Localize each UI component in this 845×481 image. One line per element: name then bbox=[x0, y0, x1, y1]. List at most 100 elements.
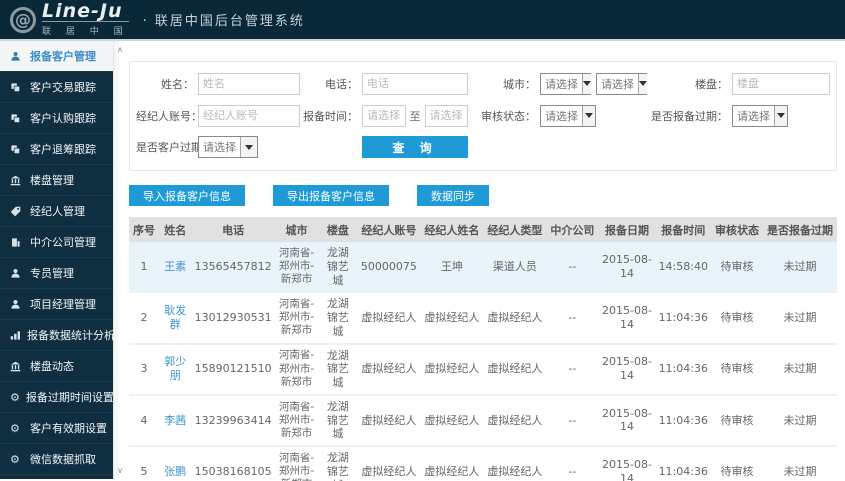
sidebar-item-project-manager-mgmt[interactable]: 项目经理管理 bbox=[0, 289, 113, 320]
chevron-down-icon bbox=[240, 137, 257, 157]
estate-label: 楼盘： bbox=[695, 77, 728, 91]
column-header: 报备时间 bbox=[655, 217, 711, 242]
city-label: 城市： bbox=[503, 77, 536, 91]
sidebar-item-label: 专员管理 bbox=[30, 267, 74, 280]
query-button[interactable]: 查 询 bbox=[362, 136, 468, 158]
cell-agent_type: 虚拟经纪人 bbox=[483, 292, 547, 345]
sidebar-item-agent-mgmt[interactable]: 经纪人管理 bbox=[0, 196, 113, 227]
cell-agent_name: 虚拟经纪人 bbox=[420, 446, 484, 481]
action-buttons: 导入报备客户信息 导出报备客户信息 数据同步 bbox=[129, 185, 837, 206]
report-expired-label: 是否报备过期： bbox=[651, 109, 728, 123]
sidebar-item-customer-valid-setting[interactable]: ⚙ 客户有效期设置 bbox=[0, 413, 113, 444]
sidebar-item-wechat-data-grab[interactable]: ⚙ 微信数据抓取 bbox=[0, 444, 113, 475]
tag-icon bbox=[10, 206, 24, 217]
column-header: 经纪人账号 bbox=[357, 217, 421, 242]
column-header: 经纪人类型 bbox=[483, 217, 547, 242]
cell-city: 河南省-郑州市-新郑市 bbox=[274, 292, 319, 345]
gear-icon: ⚙ bbox=[10, 390, 20, 404]
track-icon bbox=[10, 82, 24, 93]
sidebar-item-report-expire-setting[interactable]: ⚙ 报备过期时间设置 bbox=[0, 382, 114, 413]
cell-agent_account: 50000075 bbox=[357, 242, 421, 294]
cell-status: 待审核 bbox=[710, 242, 763, 294]
report-customer-table: 序号 姓名 电话 城市 楼盘 经纪人账号 经纪人姓名 经纪人类型 中介公司 报备日期 报备时间 审核状… bbox=[129, 217, 837, 481]
report-time-from-input[interactable] bbox=[362, 104, 406, 127]
cell-estate: 龙湖锦艺城 bbox=[318, 446, 358, 481]
table-body: 1 王素 13565457812 河南省-郑州市-新郑市 龙湖锦艺城 50000075 王坤… bbox=[129, 242, 837, 481]
table-row: 5张鹏15038168105河南省-郑州市-新郑市龙湖锦艺城虚拟经纪人虚拟经纪人… bbox=[129, 446, 837, 481]
column-header: 序号 bbox=[129, 217, 159, 242]
city-city-select[interactable]: 请选择 bbox=[596, 72, 647, 95]
data-sync-button[interactable]: 数据同步 bbox=[417, 185, 489, 206]
sidebar-item-customer-subscribe-track[interactable]: 客户认购跟踪 bbox=[0, 103, 113, 134]
sidebar-item-customer-refund-track[interactable]: 客户退筹跟踪 bbox=[0, 134, 113, 165]
cell-agency: -- bbox=[546, 394, 599, 448]
sidebar-item-label: 楼盘动态 bbox=[30, 360, 74, 373]
customer-expired-label: 是否客户过期： bbox=[136, 141, 213, 154]
report-expired-select[interactable]: 请选择 bbox=[732, 104, 788, 127]
cell-expired: 未过期 bbox=[762, 242, 837, 294]
cell-agent_name: 王坤 bbox=[420, 242, 484, 294]
cell-agent_name: 虚拟经纪人 bbox=[420, 292, 484, 345]
cell-name[interactable]: 耿发群 bbox=[159, 292, 192, 345]
sidebar-item-customer-trade-track[interactable]: 客户交易跟踪 bbox=[0, 72, 113, 103]
phone-input[interactable] bbox=[362, 73, 468, 95]
page-title: · 联居中国后台管理系统 bbox=[142, 14, 305, 29]
city-province-select[interactable]: 请选择 bbox=[540, 72, 591, 95]
agent-account-input[interactable] bbox=[198, 105, 300, 127]
column-header: 城市 bbox=[274, 217, 319, 242]
cell-city: 河南省-郑州市-新郑市 bbox=[274, 242, 319, 294]
user-icon bbox=[10, 299, 24, 310]
cell-agent_name: 虚拟经纪人 bbox=[420, 394, 484, 448]
cell-expired: 未过期 bbox=[762, 394, 837, 448]
scroll-up-icon[interactable]: ∧ bbox=[114, 45, 126, 54]
estate-input[interactable] bbox=[732, 73, 830, 95]
cell-agent_name: 虚拟经纪人 bbox=[420, 343, 484, 396]
sidebar-item-report-stats-analysis[interactable]: 报备数据统计分析 bbox=[0, 320, 115, 351]
cell-time: 11:04:36 bbox=[655, 394, 711, 448]
cell-index: 5 bbox=[129, 446, 159, 481]
filter-panel: 姓名： 电话： 城市： 请选择 请选择 bbox=[129, 61, 837, 171]
sidebar-item-estate-news[interactable]: 楼盘动态 bbox=[0, 351, 113, 382]
cell-agent_account: 虚拟经纪人 bbox=[357, 343, 421, 396]
cell-agent_account: 虚拟经纪人 bbox=[357, 446, 421, 481]
sidebar-item-label: 客户有效期设置 bbox=[30, 422, 107, 435]
sidebar-item-agency-mgmt[interactable]: 中介公司管理 bbox=[0, 227, 113, 258]
cell-estate: 龙湖锦艺城 bbox=[318, 292, 358, 345]
sidebar-item-label: 经纪人管理 bbox=[30, 205, 85, 218]
chevron-down-icon bbox=[774, 105, 787, 126]
cell-city: 河南省-郑州市-新郑市 bbox=[274, 394, 319, 448]
sidebar-item-specialist-mgmt[interactable]: 专员管理 bbox=[0, 258, 113, 289]
logo-brand: Line-Ju bbox=[42, 0, 123, 22]
cell-date: 2015-08-14 bbox=[598, 343, 656, 396]
customer-expired-select[interactable]: 请选择 bbox=[198, 136, 258, 158]
sidebar-item-report-customer-mgmt[interactable]: 报备客户管理 bbox=[0, 41, 113, 72]
scroll-down-icon[interactable]: ∨ bbox=[114, 466, 126, 475]
logo-subtitle: 联 居 中 国 bbox=[42, 21, 129, 37]
cell-expired: 未过期 bbox=[762, 446, 837, 481]
name-input[interactable] bbox=[198, 73, 300, 95]
export-report-customers-button[interactable]: 导出报备客户信息 bbox=[273, 185, 389, 206]
report-time-to-input[interactable] bbox=[424, 104, 468, 127]
cell-city: 河南省-郑州市-新郑市 bbox=[274, 343, 319, 396]
cell-name[interactable]: 郭少朋 bbox=[159, 343, 192, 396]
cell-name[interactable]: 王素 bbox=[159, 242, 192, 294]
cell-status: 待审核 bbox=[710, 394, 763, 448]
cell-status: 待审核 bbox=[710, 292, 763, 345]
audit-status-select[interactable]: 请选择 bbox=[540, 104, 596, 127]
import-report-customers-button[interactable]: 导入报备客户信息 bbox=[129, 185, 245, 206]
main-content: 姓名： 电话： 城市： 请选择 请选择 bbox=[119, 41, 845, 481]
bank-icon bbox=[10, 175, 24, 186]
sidebar-item-estate-mgmt[interactable]: 楼盘管理 bbox=[0, 165, 113, 196]
track-icon bbox=[10, 144, 24, 155]
table-row: 4 李茜 13239963414 河南省-郑州市-新郑市 龙湖锦艺城 虚拟经纪人 虚拟经纪人… bbox=[129, 394, 837, 448]
cell-name[interactable]: 李茜 bbox=[159, 394, 192, 448]
cell-date: 2015-08-14 bbox=[598, 394, 656, 448]
cell-status: 待审核 bbox=[710, 446, 763, 481]
sidebar-scrollbar[interactable]: ∧ ∨ bbox=[113, 41, 123, 479]
cell-agent_type: 虚拟经纪人 bbox=[483, 343, 547, 396]
cell-name[interactable]: 张鹏 bbox=[159, 446, 192, 481]
cell-agency: -- bbox=[546, 446, 599, 481]
sidebar-item-label: 客户退筹跟踪 bbox=[30, 143, 96, 156]
chevron-down-icon bbox=[582, 73, 591, 94]
column-header: 报备日期 bbox=[598, 217, 656, 242]
